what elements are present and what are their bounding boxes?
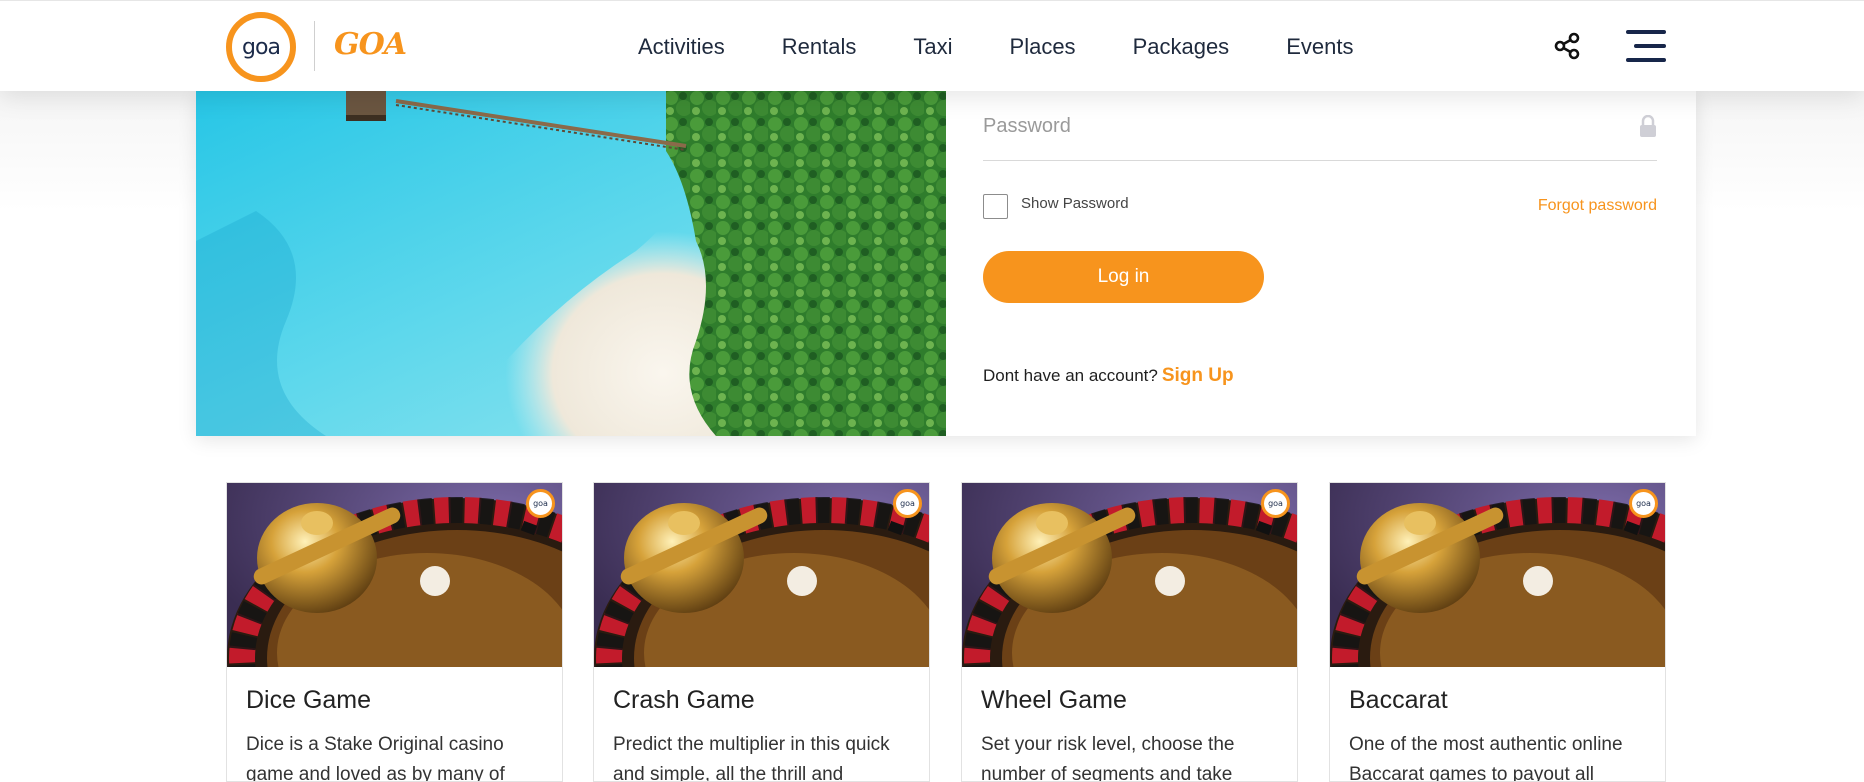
show-password-label[interactable]: Show Password <box>1021 195 1129 212</box>
beach-photo <box>196 91 946 436</box>
card-description: Dice is a Stake Original casino game and… <box>246 734 505 782</box>
main-nav: Activities Rentals Taxi Places Packages … <box>638 34 1410 60</box>
logo-divider <box>314 21 315 71</box>
roulette-image <box>962 483 1297 667</box>
goa-badge-icon: goa <box>526 489 555 518</box>
login-form: Password Show Password Forgot password L… <box>983 91 1657 436</box>
login-card: Password Show Password Forgot password L… <box>196 91 1696 436</box>
logo-text: goa <box>242 34 281 60</box>
game-cards: goa Dice Game Dice is a Stake Original c… <box>226 482 1666 782</box>
game-card[interactable]: goa Crash Game Predict the multiplier in… <box>593 482 930 782</box>
goa-badge-icon: goa <box>1629 489 1658 518</box>
password-underline <box>983 160 1657 161</box>
site-header: goa GOA Activities Rentals Taxi Places P… <box>0 0 1864 91</box>
roulette-image <box>227 483 562 667</box>
no-account-text: Dont have an account? <box>983 366 1158 385</box>
card-description: Predict the multiplier in this quick and… <box>613 734 890 782</box>
roulette-image <box>594 483 929 667</box>
game-card[interactable]: goa Baccarat One of the most authentic o… <box>1329 482 1666 782</box>
nav-places[interactable]: Places <box>1010 34 1076 60</box>
share-icon[interactable] <box>1553 32 1581 60</box>
nav-packages[interactable]: Packages <box>1133 34 1230 60</box>
card-description: Set your risk level, choose the number o… <box>981 734 1235 782</box>
roulette-image <box>1330 483 1665 667</box>
card-title[interactable]: Dice Game <box>246 686 371 715</box>
card-title[interactable]: Baccarat <box>1349 686 1448 715</box>
card-title[interactable]: Crash Game <box>613 686 755 715</box>
brand-logo[interactable]: GOA <box>334 27 407 62</box>
hamburger-menu-icon[interactable] <box>1626 30 1666 62</box>
game-card[interactable]: goa Wheel Game Set your risk level, choo… <box>961 482 1298 782</box>
lock-icon <box>1640 115 1656 137</box>
goa-badge-icon: goa <box>1261 489 1290 518</box>
sign-up-link[interactable]: Sign Up <box>1162 365 1234 386</box>
goa-badge-icon: goa <box>893 489 922 518</box>
game-card[interactable]: goa Dice Game Dice is a Stake Original c… <box>226 482 563 782</box>
card-description: One of the most authentic online Baccara… <box>1349 734 1623 782</box>
nav-activities[interactable]: Activities <box>638 34 725 60</box>
brand-text: GOA <box>334 27 407 62</box>
forgot-password-link[interactable]: Forgot password <box>1538 197 1657 215</box>
goa-logo[interactable]: goa <box>226 12 296 82</box>
nav-taxi[interactable]: Taxi <box>913 34 952 60</box>
signup-prompt: Dont have an account? Sign Up <box>983 365 1234 387</box>
nav-rentals[interactable]: Rentals <box>782 34 857 60</box>
nav-events[interactable]: Events <box>1286 34 1353 60</box>
password-input[interactable]: Password <box>983 115 1071 138</box>
login-button[interactable]: Log in <box>983 251 1264 303</box>
show-password-checkbox[interactable] <box>983 194 1008 219</box>
card-title[interactable]: Wheel Game <box>981 686 1127 715</box>
